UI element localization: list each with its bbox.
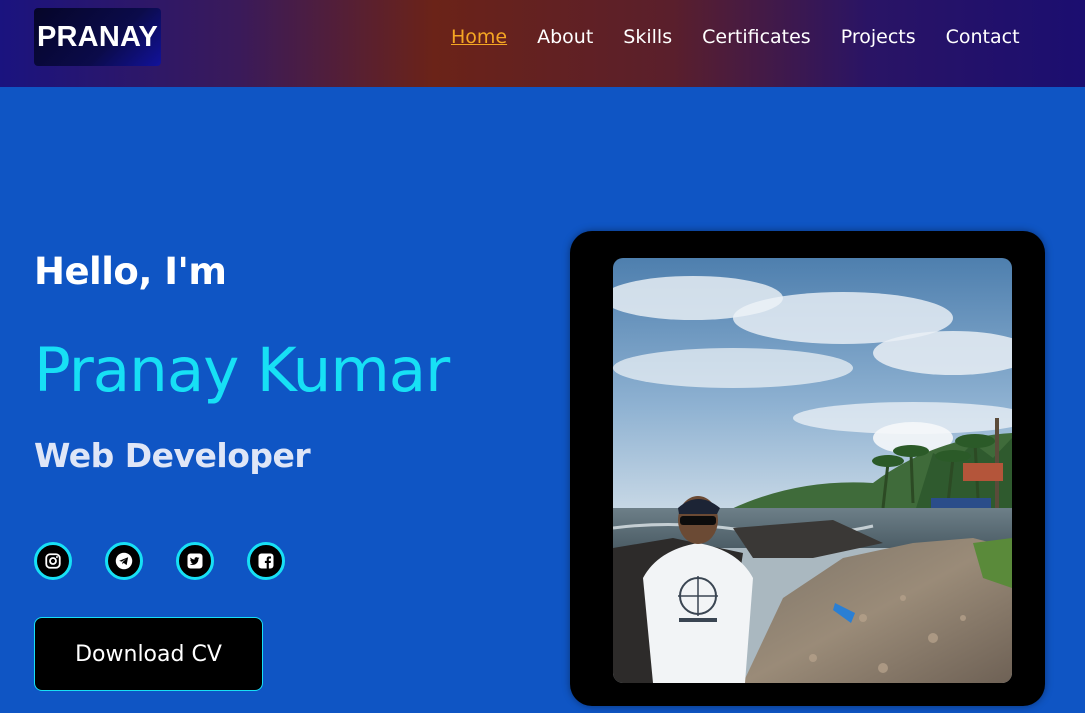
telegram-icon (115, 552, 133, 570)
site-header: PRANAY Home About Skills Certificates Pr… (0, 0, 1085, 87)
instagram-icon (45, 553, 61, 569)
hero-greeting: Hello, I'm (34, 250, 227, 293)
nav-home[interactable]: Home (451, 24, 507, 50)
twitter-link[interactable] (176, 542, 214, 580)
social-links (34, 542, 318, 580)
facebook-link[interactable] (247, 542, 285, 580)
twitter-icon (187, 553, 203, 569)
nav-skills[interactable]: Skills (623, 24, 672, 50)
profile-photo-frame (570, 231, 1045, 706)
profile-photo (613, 258, 1012, 683)
nav-about[interactable]: About (537, 24, 593, 50)
nav-contact[interactable]: Contact (946, 24, 1020, 50)
nav-projects[interactable]: Projects (841, 24, 916, 50)
instagram-link[interactable] (34, 542, 72, 580)
telegram-link[interactable] (105, 542, 143, 580)
nav-certificates[interactable]: Certificates (702, 24, 811, 50)
main-nav: Home About Skills Certificates Projects … (451, 24, 1020, 50)
download-cv-button[interactable]: Download CV (34, 617, 263, 691)
site-logo[interactable]: PRANAY (34, 8, 161, 66)
hero-name: Pranay Kumar (34, 335, 450, 406)
facebook-icon (258, 553, 274, 569)
hero-role: Web Developer (34, 436, 311, 475)
